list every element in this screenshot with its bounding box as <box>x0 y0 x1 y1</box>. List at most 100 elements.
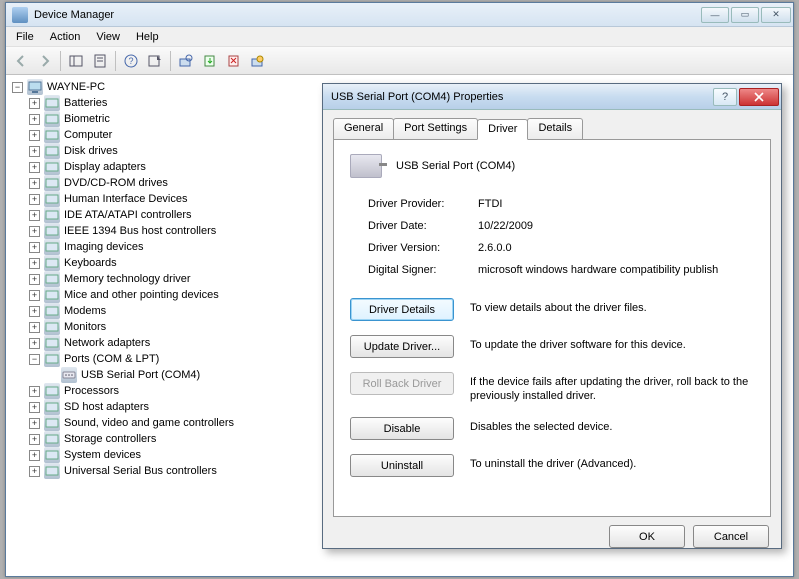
menubar: File Action View Help <box>6 27 793 47</box>
tree-label: Disk drives <box>64 143 118 159</box>
serial-port-icon <box>350 154 382 178</box>
dialog-title: USB Serial Port (COM4) Properties <box>331 91 713 103</box>
back-button[interactable] <box>10 50 32 72</box>
expand-icon[interactable]: + <box>29 162 40 173</box>
update-driver-button[interactable]: Update Driver... <box>350 335 454 358</box>
expand-icon[interactable]: + <box>29 178 40 189</box>
tree-label: USB Serial Port (COM4) <box>81 367 200 383</box>
menu-help[interactable]: Help <box>128 29 167 45</box>
properties-dialog: USB Serial Port (COM4) Properties ? Gene… <box>322 83 782 549</box>
tree-label: Human Interface Devices <box>64 191 188 207</box>
expand-icon[interactable]: + <box>29 226 40 237</box>
device-category-icon <box>44 287 60 303</box>
tree-label: Mice and other pointing devices <box>64 287 219 303</box>
expand-icon[interactable]: + <box>29 274 40 285</box>
tree-label: IEEE 1394 Bus host controllers <box>64 223 216 239</box>
device-category-icon <box>44 383 60 399</box>
expand-icon[interactable]: + <box>29 338 40 349</box>
driver-details-button[interactable]: Driver Details <box>350 298 454 321</box>
rollback-driver-button: Roll Back Driver <box>350 372 454 395</box>
show-hide-tree-button[interactable] <box>65 50 87 72</box>
tabstrip: General Port Settings Driver Details <box>333 118 771 139</box>
window-title: Device Manager <box>32 9 699 21</box>
expand-icon[interactable]: + <box>29 402 40 413</box>
collapse-icon[interactable]: − <box>29 354 40 365</box>
tree-label: Universal Serial Bus controllers <box>64 463 217 479</box>
tab-port-settings[interactable]: Port Settings <box>393 118 478 139</box>
expand-icon[interactable]: + <box>29 306 40 317</box>
update-driver-desc: To update the driver software for this d… <box>470 335 754 352</box>
device-category-icon <box>44 175 60 191</box>
device-category-icon <box>44 399 60 415</box>
collapse-icon[interactable]: − <box>12 82 23 93</box>
expand-icon[interactable]: + <box>29 322 40 333</box>
update-driver-button[interactable] <box>199 50 221 72</box>
action-button[interactable] <box>144 50 166 72</box>
expand-icon[interactable]: + <box>29 194 40 205</box>
expand-icon[interactable]: + <box>29 434 40 445</box>
expand-icon[interactable]: + <box>29 146 40 157</box>
uninstall-driver-desc: To uninstall the driver (Advanced). <box>470 454 754 471</box>
date-value: 10/22/2009 <box>478 220 754 232</box>
expand-icon[interactable]: + <box>29 210 40 221</box>
expand-icon[interactable]: + <box>29 466 40 477</box>
device-category-icon <box>44 95 60 111</box>
tree-label: Modems <box>64 303 106 319</box>
tab-general[interactable]: General <box>333 118 394 139</box>
tree-label: System devices <box>64 447 141 463</box>
provider-label: Driver Provider: <box>368 198 478 210</box>
device-category-icon <box>44 415 60 431</box>
tab-panel: USB Serial Port (COM4) Driver Provider: … <box>333 139 771 517</box>
disable-device-desc: Disables the selected device. <box>470 417 754 434</box>
uninstall-button[interactable] <box>223 50 245 72</box>
dialog-help-button[interactable]: ? <box>713 88 737 106</box>
expand-icon[interactable]: + <box>29 114 40 125</box>
signer-label: Digital Signer: <box>368 264 478 276</box>
maximize-button[interactable]: ▭ <box>731 7 759 23</box>
tab-driver[interactable]: Driver <box>477 119 528 140</box>
tree-label: Biometric <box>64 111 110 127</box>
ok-button[interactable]: OK <box>609 525 685 548</box>
tree-label: Ports (COM & LPT) <box>64 351 159 367</box>
tree-label: IDE ATA/ATAPI controllers <box>64 207 192 223</box>
scan-hardware-button[interactable] <box>175 50 197 72</box>
disable-device-button[interactable]: Disable <box>350 417 454 440</box>
tree-label: WAYNE-PC <box>47 79 105 95</box>
expand-icon[interactable]: + <box>29 258 40 269</box>
menu-view[interactable]: View <box>88 29 128 45</box>
device-category-icon <box>44 255 60 271</box>
tree-label: Batteries <box>64 95 107 111</box>
tree-label: Display adapters <box>64 159 146 175</box>
expand-icon[interactable]: + <box>29 242 40 253</box>
driver-details-desc: To view details about the driver files. <box>470 298 754 315</box>
properties-button[interactable] <box>89 50 111 72</box>
toolbar: ? <box>6 47 793 75</box>
expand-icon[interactable]: + <box>29 386 40 397</box>
tree-label: Storage controllers <box>64 431 156 447</box>
help-button[interactable]: ? <box>120 50 142 72</box>
tree-label: Computer <box>64 127 112 143</box>
tree-label: Monitors <box>64 319 106 335</box>
disable-button[interactable] <box>247 50 269 72</box>
rollback-driver-desc: If the device fails after updating the d… <box>470 372 754 403</box>
menu-action[interactable]: Action <box>42 29 89 45</box>
device-category-icon <box>44 271 60 287</box>
minimize-button[interactable]: — <box>701 7 729 23</box>
close-button[interactable]: ✕ <box>761 7 791 23</box>
uninstall-driver-button[interactable]: Uninstall <box>350 454 454 477</box>
version-value: 2.6.0.0 <box>478 242 754 254</box>
menu-file[interactable]: File <box>8 29 42 45</box>
expand-icon[interactable]: + <box>29 418 40 429</box>
dialog-close-button[interactable] <box>739 88 779 106</box>
tree-label: Keyboards <box>64 255 117 271</box>
cancel-button[interactable]: Cancel <box>693 525 769 548</box>
expand-icon[interactable]: + <box>29 290 40 301</box>
device-category-icon <box>44 143 60 159</box>
device-category-icon <box>44 463 60 479</box>
forward-button[interactable] <box>34 50 56 72</box>
expand-icon[interactable]: + <box>29 130 40 141</box>
tab-details[interactable]: Details <box>527 118 583 139</box>
expand-icon[interactable]: + <box>29 450 40 461</box>
device-category-icon <box>44 111 60 127</box>
expand-icon[interactable]: + <box>29 98 40 109</box>
